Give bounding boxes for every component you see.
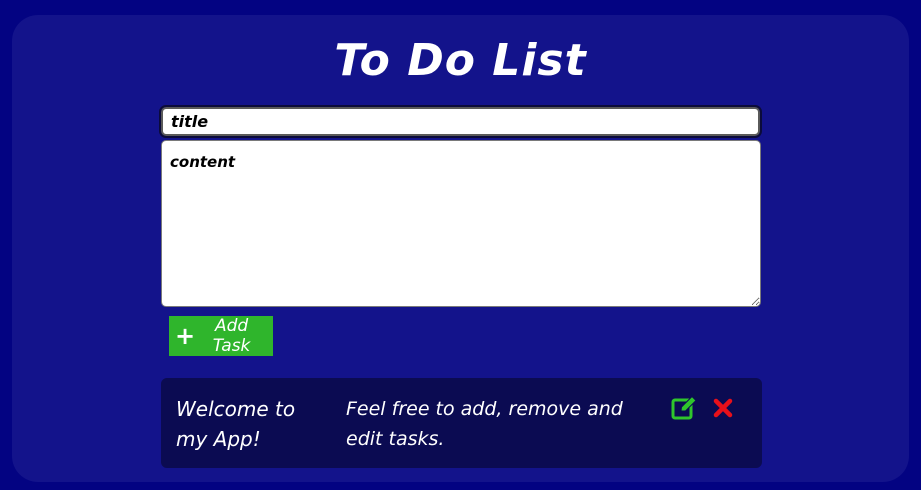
add-task-label: Add Task: [212, 316, 251, 356]
task-card: Welcome to my App! Feel free to add, rem…: [161, 378, 762, 468]
delete-task-button[interactable]: [711, 396, 735, 420]
content-textarea[interactable]: [161, 140, 761, 307]
task-content: Feel free to add, remove and edit tasks.: [346, 398, 623, 450]
page-title: To Do List: [334, 35, 587, 86]
edit-task-button[interactable]: [671, 395, 699, 421]
close-icon: [713, 398, 733, 418]
add-task-button[interactable]: + Add Task: [169, 316, 273, 356]
edit-icon: [671, 395, 697, 420]
task-title: Welcome to my App!: [176, 397, 296, 451]
plus-icon: +: [175, 322, 196, 350]
title-input[interactable]: [159, 105, 762, 138]
